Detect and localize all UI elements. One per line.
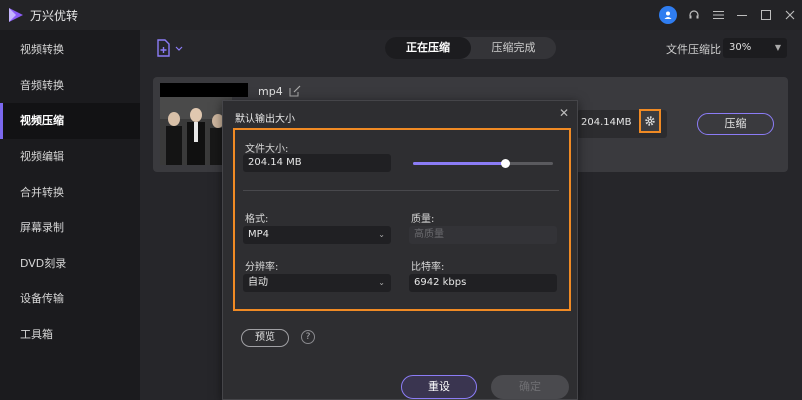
sidebar-item-video-compress[interactable]: 视频压缩 (0, 103, 140, 139)
compression-ratio-label: 文件压缩比 (666, 43, 721, 56)
quality-select: 高质量 (409, 226, 557, 244)
resolution-value: 自动 (248, 277, 268, 288)
sidebar: 视频转换 音频转换 视频压缩 视频编辑 合并转换 屏幕录制 DVD刻录 设备传输… (0, 30, 140, 400)
file-size-label: 文件大小: (245, 144, 289, 155)
compress-tabs: 正在压缩 压缩完成 (385, 37, 556, 59)
file-extension: mp4 (258, 85, 283, 98)
sidebar-item-screen-record[interactable]: 屏幕录制 (0, 210, 140, 246)
user-icon (659, 6, 677, 24)
settings-button[interactable] (639, 109, 661, 133)
slider-fill (413, 162, 506, 165)
window-controls (658, 0, 802, 30)
dialog-close-icon[interactable]: ✕ (557, 106, 571, 120)
resolution-select[interactable]: 自动 ⌄ (243, 274, 391, 292)
maximize-icon[interactable] (754, 0, 778, 30)
format-label: 格式: (245, 214, 269, 225)
gear-icon (645, 116, 655, 126)
tab-compressing[interactable]: 正在压缩 (385, 37, 471, 59)
divider (243, 190, 559, 191)
edit-icon[interactable] (289, 85, 301, 97)
sidebar-item-video-convert[interactable]: 视频转换 (0, 32, 140, 68)
user-icon-button[interactable] (658, 0, 682, 30)
menu-icon[interactable] (706, 0, 730, 30)
sidebar-item-audio-convert[interactable]: 音频转换 (0, 68, 140, 104)
chevron-down-icon: ▼ (774, 43, 781, 52)
chevron-down-icon: ⌄ (378, 230, 385, 239)
headset-icon[interactable] (682, 0, 706, 30)
compress-button[interactable]: 压缩 (697, 113, 774, 135)
minimize-icon[interactable] (730, 0, 754, 30)
bitrate-label: 比特率: (411, 262, 445, 273)
resolution-label: 分辨率: (245, 262, 279, 273)
file-name-redacted (160, 83, 248, 97)
dialog-title: 默认输出大小 (235, 114, 295, 125)
app-logo-icon (9, 8, 23, 22)
compression-ratio-select[interactable]: 30% ▼ (723, 38, 787, 58)
format-select[interactable]: MP4 ⌄ (243, 226, 391, 244)
app-title: 万兴优转 (30, 9, 79, 23)
sidebar-item-toolbox[interactable]: 工具箱 (0, 317, 140, 353)
sidebar-item-device-transfer[interactable]: 设备传输 (0, 281, 140, 317)
output-size: 204.14MB (581, 117, 632, 128)
quality-label: 质量: (411, 214, 435, 225)
output-size-dialog: 默认输出大小 ✕ 文件大小: 204.14 MB 格式: MP4 ⌄ 质量: 高… (222, 100, 578, 400)
close-icon[interactable] (778, 0, 802, 30)
format-value: MP4 (248, 229, 270, 240)
slider-handle[interactable] (501, 159, 511, 168)
file-size-field[interactable]: 204.14 MB (243, 154, 391, 172)
compression-ratio-value: 30% (729, 42, 752, 53)
bitrate-field[interactable]: 6942 kbps (409, 274, 557, 292)
preview-button[interactable]: 预览 (241, 329, 289, 347)
sidebar-item-video-edit[interactable]: 视频编辑 (0, 139, 140, 175)
settings-highlight-frame: 文件大小: 204.14 MB 格式: MP4 ⌄ 质量: 高质量 分辨率: 自… (233, 128, 571, 311)
chevron-down-icon: ⌄ (378, 278, 385, 287)
add-file-icon[interactable] (156, 39, 186, 57)
sidebar-item-merge[interactable]: 合并转换 (0, 175, 140, 211)
title-bar: 万兴优转 (0, 0, 802, 30)
sidebar-item-dvd-burn[interactable]: DVD刻录 (0, 246, 140, 282)
help-icon[interactable]: ? (301, 330, 315, 344)
reset-button[interactable]: 重设 (401, 375, 477, 399)
tab-compressed[interactable]: 压缩完成 (471, 37, 556, 59)
ok-button[interactable]: 确定 (491, 375, 569, 399)
file-size-slider[interactable] (413, 159, 553, 168)
